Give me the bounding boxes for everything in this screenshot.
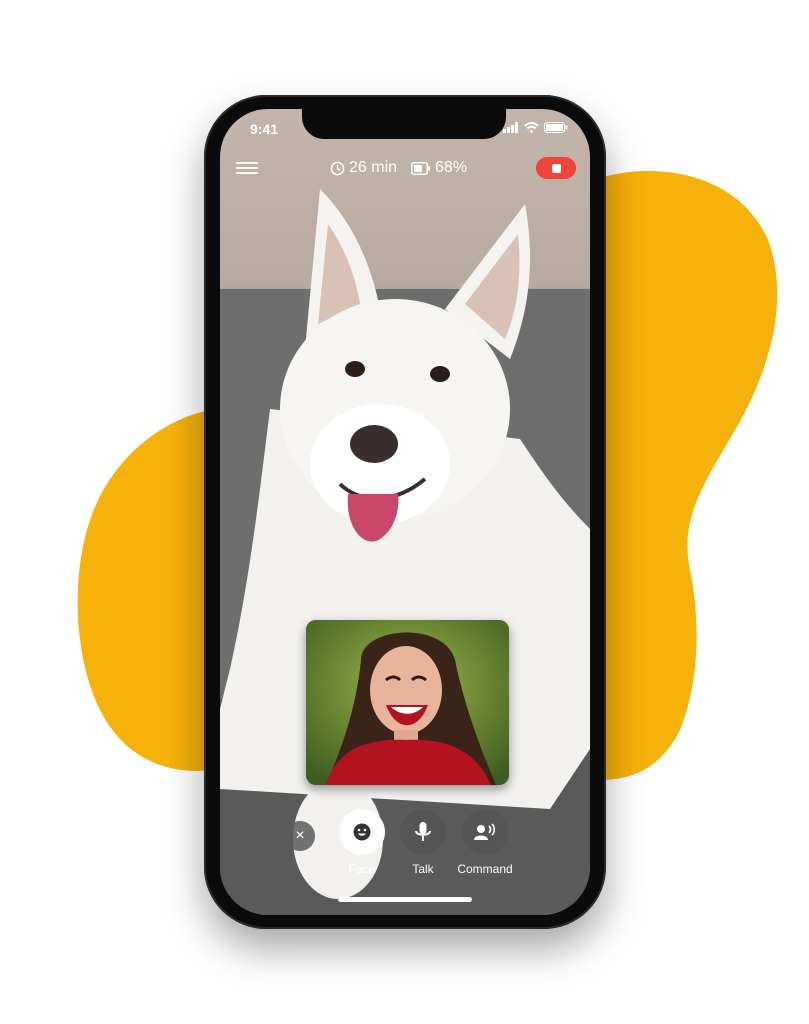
status-battery-icon xyxy=(544,122,568,133)
status-time: 9:41 xyxy=(250,121,279,137)
command-label: Command xyxy=(457,862,513,876)
battery-text: 68% xyxy=(435,159,468,176)
menu-button[interactable] xyxy=(236,159,258,177)
signal-icon xyxy=(503,122,518,133)
woman-video-feed xyxy=(306,620,509,785)
notch xyxy=(302,109,506,139)
status-icons xyxy=(503,122,568,133)
talk-label: Talk xyxy=(412,862,434,876)
call-top-bar: 26 min 68% xyxy=(220,151,590,187)
microphone-icon xyxy=(415,822,431,841)
device-battery: 68% xyxy=(411,159,467,177)
speaking-person-icon xyxy=(474,823,496,840)
self-video-preview[interactable] xyxy=(306,620,509,785)
home-indicator[interactable] xyxy=(338,897,472,902)
phone-frame: 9:41 26 min 68% × Face Talk Command xyxy=(204,95,606,929)
call-duration: 26 min xyxy=(330,159,397,177)
dog-video-feed xyxy=(220,189,590,915)
stop-icon xyxy=(551,163,561,173)
duration-text: 26 min xyxy=(349,159,398,176)
end-session-button[interactable] xyxy=(536,157,576,179)
battery-icon xyxy=(411,161,431,175)
close-icon: × xyxy=(285,821,315,851)
menu-icon xyxy=(236,162,258,164)
video-call-screen: 9:41 26 min 68% × Face Talk Command xyxy=(220,109,590,915)
face-button[interactable]: Face xyxy=(338,809,386,876)
smiley-icon xyxy=(353,823,371,841)
call-meta: 26 min 68% xyxy=(330,159,467,177)
call-controls: × Face Talk Command xyxy=(220,809,590,889)
talk-button[interactable]: Talk xyxy=(400,809,446,876)
clock-icon xyxy=(330,161,345,175)
face-label: Face xyxy=(348,862,376,876)
close-controls-button[interactable]: × xyxy=(285,821,315,851)
command-button[interactable]: Command xyxy=(450,809,520,876)
wifi-icon xyxy=(524,122,539,133)
